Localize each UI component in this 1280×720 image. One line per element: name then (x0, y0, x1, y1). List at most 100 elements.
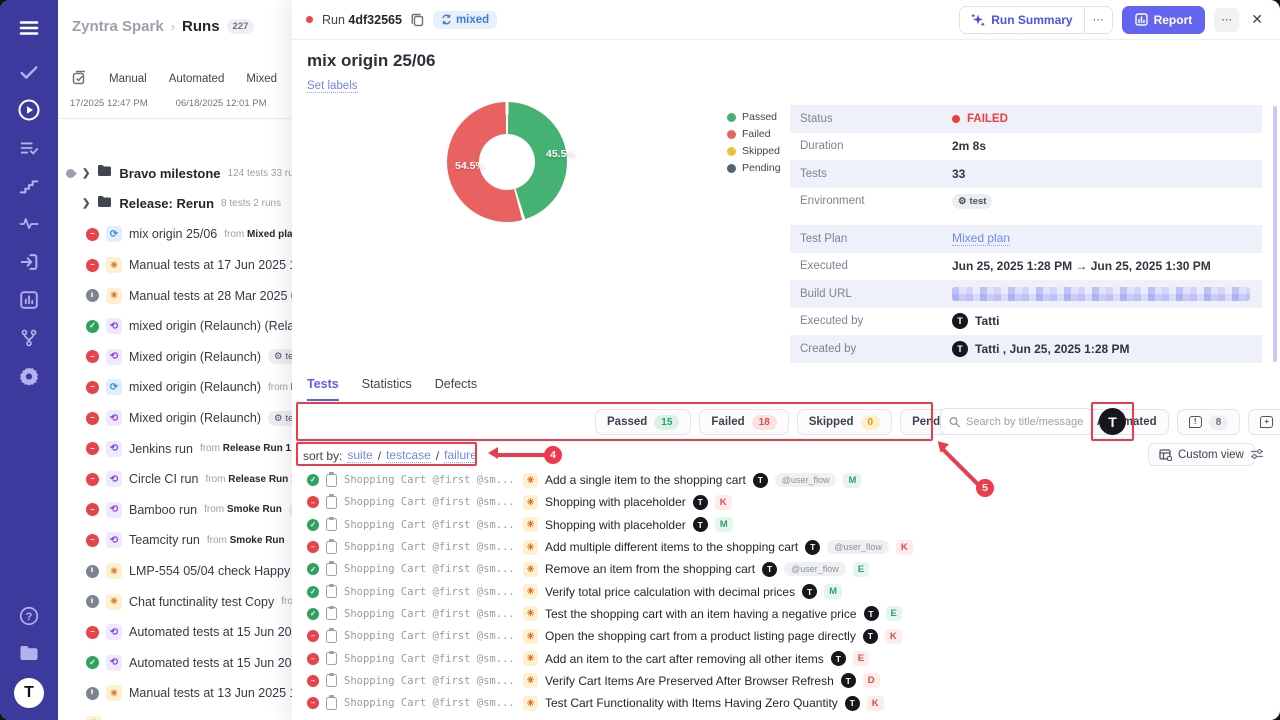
legend-label: Pending (742, 162, 781, 174)
tree-run-row[interactable]: –⟲Bamboo runfrom Smoke Run⚙ (58, 495, 292, 526)
run-summary-more-button[interactable]: ⋯ (1084, 7, 1112, 33)
test-row[interactable]: –Shopping Cart @first @sm...✳Open the sh… (292, 625, 1280, 647)
branches-icon[interactable] (17, 326, 41, 350)
user-avatar[interactable]: T (14, 678, 44, 708)
tab-defects[interactable]: Defects (435, 377, 477, 401)
run-type-badge[interactable]: mixed (433, 11, 497, 29)
tree-run-row[interactable]: –✳Manual tests at 17 Jun 2025 10 (58, 250, 292, 281)
testcase-icon (326, 674, 337, 687)
test-row[interactable]: ✓Shopping Cart @first @sm...✳Test the sh… (292, 603, 1280, 625)
tree-run-row[interactable]: ‖✳Manual tests at 28 Mar 2025 0 (58, 280, 292, 311)
legend-item-pending[interactable]: Pending (727, 162, 781, 174)
help-icon[interactable]: ? (17, 604, 41, 628)
detail-label: Executed by (800, 315, 952, 327)
report-chart-icon (1135, 13, 1148, 26)
search-input[interactable] (966, 416, 1084, 428)
tab-tests[interactable]: Tests (307, 377, 339, 401)
run-summary-button[interactable]: Run Summary (960, 7, 1083, 33)
test-row[interactable]: ✓Shopping Cart @first @sm...✳Remove an i… (292, 558, 1280, 580)
manual-test-icon: ✳ (523, 473, 538, 488)
tree-run-row[interactable]: ‖✳Chat functinality test Copyfrom (58, 586, 292, 617)
runs-type-tab-mixed[interactable]: Mixed (246, 73, 277, 85)
test-row[interactable]: –Shopping Cart @first @sm...✳Verify Cart… (292, 670, 1280, 692)
tree-run-row[interactable]: ✳ (58, 709, 292, 720)
settings-icon[interactable] (17, 364, 41, 388)
projects-folder-icon[interactable] (17, 641, 41, 665)
tree-run-row[interactable]: ✓⟲mixed origin (Relaunch) (Relau (58, 311, 292, 342)
view-settings-icon[interactable] (1250, 447, 1264, 465)
test-letter-badge: M (715, 517, 733, 532)
breadcrumb-project[interactable]: Zyntra Spark (72, 18, 164, 35)
run-meta: 8 tests 2 runs (221, 198, 281, 209)
chevron-right-icon[interactable]: ❯ (82, 168, 90, 179)
runs-type-tab-automated[interactable]: Automated (169, 73, 225, 85)
tree-run-row[interactable]: –⟲Automated tests at 15 Jun 2025 (58, 617, 292, 648)
tree-folder-row[interactable]: ❯Release: Rerun8 tests 2 runs (58, 189, 292, 220)
tree-run-row[interactable]: –⟲Jenkins runfrom Release Run 1.0 (58, 433, 292, 464)
tree-run-row[interactable]: –⟲Circle CI runfrom Release Run 1.0 (58, 464, 292, 495)
custom-view-button[interactable]: Custom view (1148, 443, 1255, 466)
filter-chip-comment[interactable]: !8 (1177, 409, 1241, 435)
status-passed-icon: ✓ (307, 519, 319, 531)
test-row[interactable]: –Shopping Cart @first @sm...✳Test Cart F… (292, 692, 1280, 714)
test-row[interactable]: ✓Shopping Cart @first @sm...✳Shopping wi… (292, 514, 1280, 536)
tree-run-row[interactable]: –⟳mix origin 25/06from Mixed plan (58, 219, 292, 250)
tab-statistics[interactable]: Statistics (362, 377, 412, 401)
test-row[interactable]: ✓Shopping Cart @first @sm...✳Verify tota… (292, 580, 1280, 602)
filter-chip-automated[interactable]: Automated (1085, 409, 1169, 435)
copy-run-id-icon[interactable] (411, 13, 424, 27)
detail-row: Executed byTTatti (790, 308, 1262, 336)
close-run-button[interactable]: ✕ (1248, 11, 1266, 28)
sort-link-suite[interactable]: suite (347, 448, 372, 463)
steps-icon[interactable] (17, 174, 41, 198)
hamburger-menu-icon[interactable] (17, 16, 41, 40)
test-row[interactable]: –Shopping Cart @first @sm...✳Add an item… (292, 647, 1280, 669)
tree-run-row[interactable]: ‖✳Manual tests at 13 Jun 2025 12 (58, 678, 292, 709)
pulse-icon[interactable] (17, 212, 41, 236)
status-failed-icon: – (307, 541, 319, 553)
legend-item-skipped[interactable]: Skipped (727, 145, 781, 157)
sort-link-testcase[interactable]: testcase (386, 448, 431, 463)
chevron-right-icon[interactable]: ❯ (82, 198, 90, 209)
tree-run-row[interactable]: –⟳mixed origin (Relaunch)from Mi (58, 372, 292, 403)
assignee-filter-avatar[interactable]: T (1099, 408, 1126, 435)
detail-label: Duration (800, 140, 952, 152)
status-failed-icon: – (86, 473, 99, 486)
set-labels-link[interactable]: Set labels (307, 80, 358, 93)
tasks-check-icon[interactable] (17, 60, 41, 84)
filter-chip-comment-add[interactable]: +15 (1248, 409, 1280, 435)
legend-item-failed[interactable]: Failed (727, 128, 781, 140)
suite-name: Shopping Cart @first @sm... (344, 541, 516, 553)
tree-run-row[interactable]: –⟲Mixed origin (Relaunch)⚙te (58, 403, 292, 434)
test-row[interactable]: –Shopping Cart @first @sm...✳Shopping wi… (292, 491, 1280, 513)
filter-chip-passed[interactable]: Passed15 (595, 409, 691, 435)
breadcrumb-section[interactable]: Runs (182, 18, 220, 35)
tree-run-row[interactable]: –⟲Mixed origin (Relaunch)⚙te (58, 342, 292, 373)
more-actions-button[interactable]: ⋯ (1214, 8, 1239, 32)
tree-run-row[interactable]: ‖✳LMP-554 05/04 check Happy F (58, 556, 292, 587)
scrollbar[interactable] (1273, 106, 1277, 362)
run-title: mix origin 25/06 (307, 51, 436, 71)
test-plan-link[interactable]: Mixed plan (952, 231, 1010, 246)
report-button[interactable]: Report (1122, 6, 1206, 34)
analytics-icon[interactable] (17, 288, 41, 312)
select-runs-icon[interactable] (72, 70, 87, 88)
import-icon[interactable] (17, 250, 41, 274)
run-name: Manual tests at 17 Jun 2025 10 (129, 258, 292, 272)
folder-icon (97, 164, 112, 182)
test-tag: @user_flow (775, 473, 837, 487)
test-cases-icon[interactable] (17, 136, 41, 160)
tree-folder-row[interactable]: ❯Bravo milestone124 tests 33 run (58, 158, 292, 189)
tree-run-row[interactable]: ✓⟲Automated tests at 15 Jun 2025 (58, 648, 292, 679)
filter-chip-failed[interactable]: Failed18 (699, 409, 788, 435)
tree-run-row[interactable]: –⟲Teamcity runfrom Smoke Run⚙1 (58, 525, 292, 556)
pin-icon (64, 167, 77, 180)
test-title: Test Cart Functionality with Items Havin… (545, 696, 838, 710)
legend-item-passed[interactable]: Passed (727, 111, 781, 123)
runs-play-icon[interactable] (17, 98, 41, 122)
runs-type-tab-manual[interactable]: Manual (109, 73, 147, 85)
sort-link-failure[interactable]: failure (444, 448, 477, 463)
test-row[interactable]: –Shopping Cart @first @sm...✳Add multipl… (292, 536, 1280, 558)
filter-chip-skipped[interactable]: Skipped0 (797, 409, 892, 435)
test-row[interactable]: ✓Shopping Cart @first @sm...✳Add a singl… (292, 469, 1280, 491)
